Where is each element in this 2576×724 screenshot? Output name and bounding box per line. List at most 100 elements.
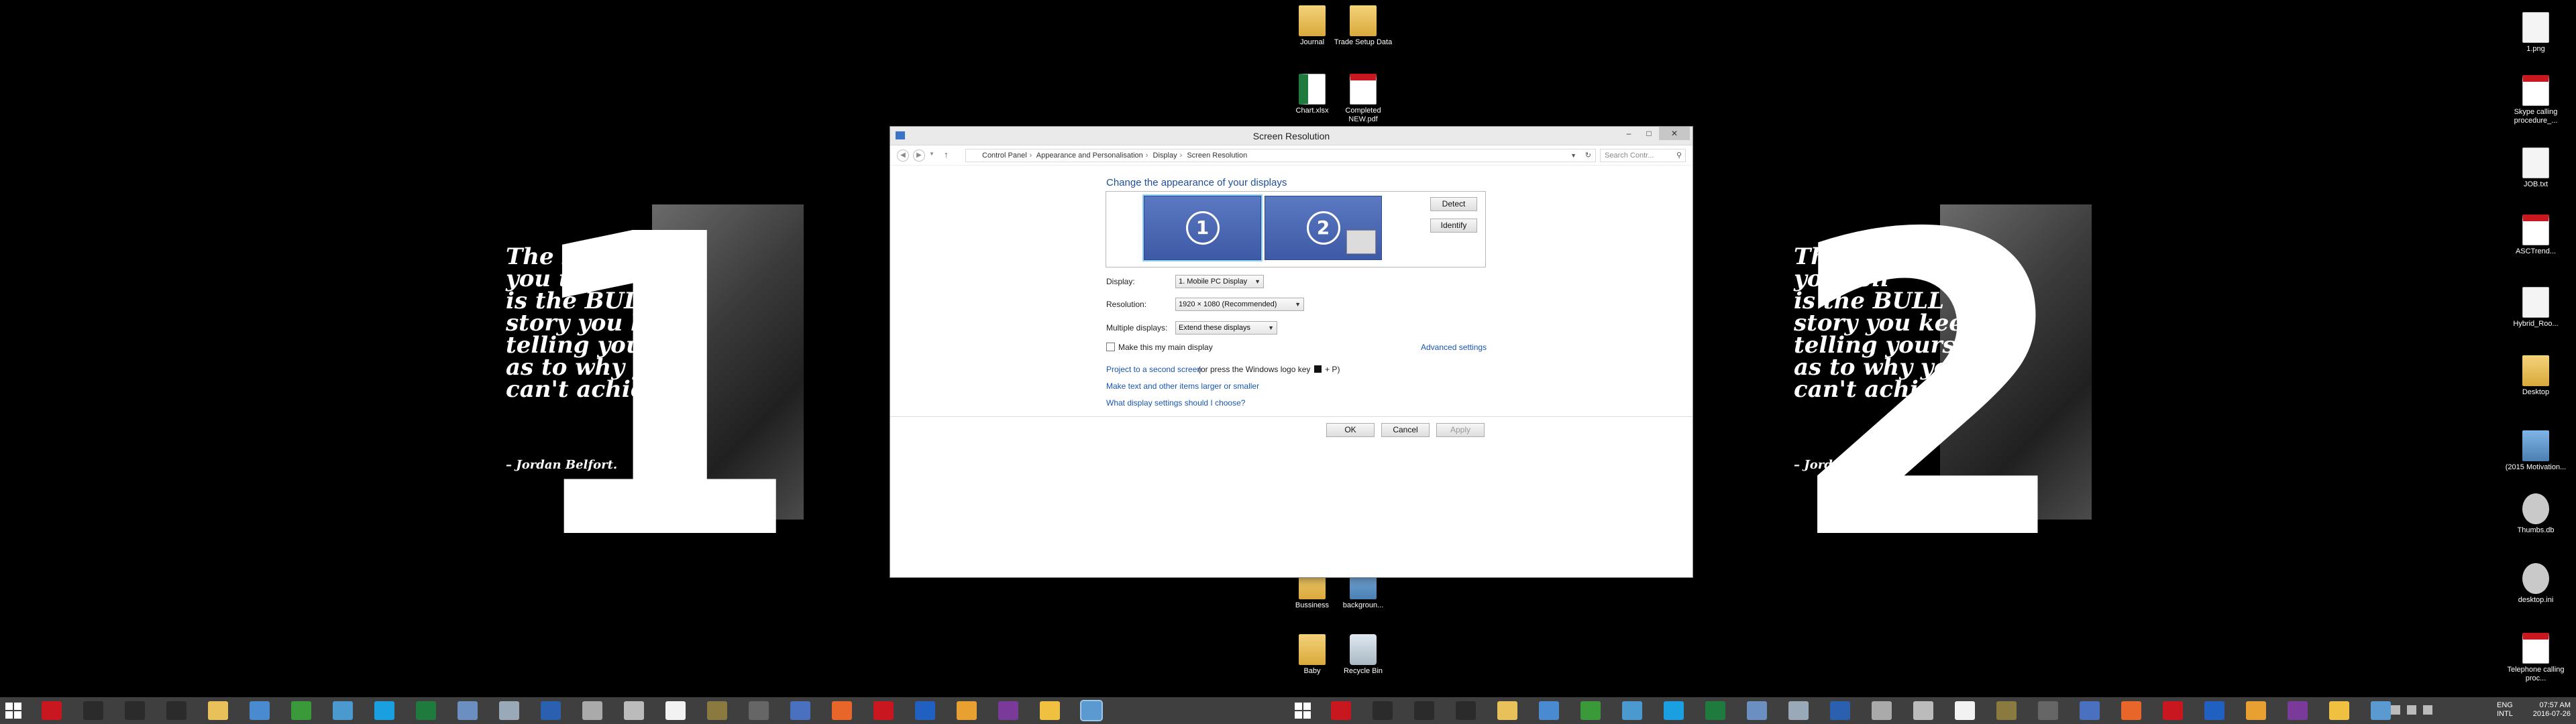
taskbar-app-icon[interactable] — [1331, 701, 1351, 720]
taskbar-app-icon[interactable] — [1580, 701, 1601, 720]
up-arrow-icon[interactable]: ↑ — [944, 149, 949, 160]
taskbar-app-icon[interactable] — [707, 701, 727, 720]
taskbar-app-icon[interactable] — [1913, 701, 1933, 720]
desktop-icon-thumbs-db[interactable]: Thumbs.db — [2504, 493, 2568, 535]
search-input[interactable]: Search Contr... ⚲ — [1600, 149, 1686, 162]
taskbar-app-icon[interactable] — [1497, 701, 1517, 720]
desktop-icon-job-txt[interactable]: JOB.txt — [2504, 147, 2568, 189]
maximize-button[interactable]: □ — [1639, 127, 1659, 140]
volume-icon[interactable] — [2391, 705, 2400, 715]
identify-button[interactable]: Identify — [1430, 219, 1477, 233]
taskbar-app-icon[interactable] — [2246, 701, 2266, 720]
multiple-displays-select[interactable]: Extend these displays ▼ — [1175, 321, 1277, 335]
taskbar-app-icon[interactable] — [2163, 701, 2183, 720]
ok-button[interactable]: OK — [1326, 423, 1375, 437]
monitor-1-tile[interactable]: 1 — [1142, 194, 1263, 261]
taskbar-app-icon[interactable] — [665, 701, 686, 720]
forward-arrow-icon[interactable]: ▶ — [913, 149, 925, 162]
clock[interactable]: 07:57 AM 2016-07-26 — [2522, 701, 2571, 719]
advanced-settings-link[interactable]: Advanced settings — [1421, 343, 1487, 352]
taskbar-app-icon[interactable] — [42, 701, 62, 720]
taskbar-app-icon[interactable] — [624, 701, 644, 720]
taskbar-app-icon[interactable] — [1373, 701, 1393, 720]
back-arrow-icon[interactable]: ◀ — [897, 149, 909, 162]
monitor-2-tile[interactable]: 2 — [1265, 196, 1382, 260]
close-button[interactable]: ✕ — [1659, 127, 1690, 140]
start-button-secondary[interactable] — [1295, 703, 1311, 719]
taskbar-app-icon[interactable] — [416, 701, 436, 720]
taskbar-app-icon[interactable] — [166, 701, 186, 720]
taskbar-app-icon[interactable] — [1705, 701, 1725, 720]
taskbar-app-icon[interactable] — [2288, 701, 2308, 720]
taskbar-app-icon[interactable] — [83, 701, 103, 720]
taskbar-app-icon[interactable] — [208, 701, 228, 720]
desktop-icon-desktop-ini[interactable]: desktop.ini — [2504, 563, 2568, 605]
minimize-button[interactable]: – — [1619, 127, 1639, 140]
taskbar-app-icon[interactable] — [1040, 701, 1060, 720]
title-bar[interactable]: Screen Resolution – □ ✕ — [890, 127, 1693, 145]
taskbar-app-icon[interactable] — [374, 701, 394, 720]
taskbar-app-icon[interactable] — [1830, 701, 1850, 720]
taskbar-app-icon[interactable] — [125, 701, 145, 720]
taskbar-app-icon[interactable] — [790, 701, 810, 720]
taskbar-app-icon[interactable] — [1872, 701, 1892, 720]
address-field[interactable]: Control Panel › Appearance and Personalis… — [965, 149, 1596, 162]
desktop-icon-completed-pdf[interactable]: Completed NEW.pdf — [1331, 74, 1395, 124]
language-indicator[interactable]: ENG INTL — [2497, 701, 2513, 719]
text-size-link[interactable]: Make text and other items larger or smal… — [1106, 381, 1259, 391]
taskbar-app-icon[interactable] — [1414, 701, 1434, 720]
taskbar-app-icon[interactable] — [2038, 701, 2058, 720]
breadcrumb-screen-resolution[interactable]: Screen Resolution — [1187, 152, 1247, 160]
taskbar-app-icon[interactable] — [582, 701, 602, 720]
taskbar-app-icon[interactable] — [2204, 701, 2224, 720]
taskbar-app-icon[interactable] — [998, 701, 1018, 720]
taskbar-app-icon[interactable] — [1622, 701, 1642, 720]
taskbar-app-icon[interactable] — [957, 701, 977, 720]
taskbar-app-icon[interactable] — [541, 701, 561, 720]
recent-dropdown-icon[interactable]: ▼ — [929, 151, 934, 157]
desktop-icon-telephone-calling[interactable]: Telephone calling proc... — [2504, 633, 2568, 683]
desktop-icon-motivation[interactable]: (2015 Motivation... — [2504, 430, 2568, 472]
desktop-icon-asctrend[interactable]: ASCTrend... — [2504, 215, 2568, 256]
desktop-icon-1-png[interactable]: 1.png — [2504, 12, 2568, 54]
taskbar-app-icon[interactable] — [1664, 701, 1684, 720]
taskbar-app-icon[interactable] — [1955, 701, 1975, 720]
display-select[interactable]: 1. Mobile PC Display ▼ — [1175, 275, 1264, 288]
taskbar-app-icon[interactable] — [1080, 700, 1103, 721]
desktop-icon-recycle-bin[interactable]: Recycle Bin — [1331, 634, 1395, 676]
detect-button[interactable]: Detect — [1430, 197, 1477, 211]
taskbar-app-icon[interactable] — [1456, 701, 1476, 720]
battery-icon[interactable] — [2407, 705, 2416, 715]
refresh-icon[interactable]: ↻ — [1585, 149, 1591, 162]
main-display-checkbox[interactable] — [1106, 343, 1115, 351]
taskbar-app-icon[interactable] — [458, 701, 478, 720]
taskbar-app-icon[interactable] — [873, 701, 894, 720]
taskbar-app-icon[interactable] — [499, 701, 519, 720]
resolution-select[interactable]: 1920 × 1080 (Recommended) ▼ — [1175, 298, 1304, 311]
taskbar-app-icon[interactable] — [2371, 701, 2391, 720]
taskbar-app-icon[interactable] — [749, 701, 769, 720]
taskbar-app-icon[interactable] — [2080, 701, 2100, 720]
apply-button[interactable]: Apply — [1436, 423, 1485, 437]
taskbar-app-icon[interactable] — [1996, 701, 2017, 720]
taskbar-app-icon[interactable] — [1788, 701, 1809, 720]
breadcrumb-control-panel[interactable]: Control Panel — [982, 152, 1027, 160]
breadcrumb-appearance[interactable]: Appearance and Personalisation — [1036, 152, 1143, 160]
taskbar-app-icon[interactable] — [250, 701, 270, 720]
address-dropdown-icon[interactable]: ▼ — [1570, 149, 1576, 162]
taskbar-app-icon[interactable] — [832, 701, 852, 720]
project-second-screen-link[interactable]: Project to a second screen — [1106, 365, 1201, 374]
start-button[interactable] — [5, 703, 21, 719]
flag-icon[interactable] — [2423, 705, 2432, 715]
taskbar-app-icon[interactable] — [915, 701, 935, 720]
desktop-icon-hybrid-roo[interactable]: Hybrid_Roo... — [2504, 287, 2568, 328]
taskbar-app-icon[interactable] — [1747, 701, 1767, 720]
breadcrumb-display[interactable]: Display — [1153, 152, 1177, 160]
desktop-icon-desktop[interactable]: Desktop — [2504, 355, 2568, 397]
cancel-button[interactable]: Cancel — [1381, 423, 1430, 437]
taskbar-app-icon[interactable] — [333, 701, 353, 720]
desktop-icon-skype-calling[interactable]: Skype calling procedure_... — [2504, 75, 2568, 125]
taskbar-app-icon[interactable] — [1539, 701, 1559, 720]
taskbar-app-icon[interactable] — [2329, 701, 2349, 720]
desktop-icon-trade-setup-data[interactable]: Trade Setup Data — [1331, 5, 1395, 47]
